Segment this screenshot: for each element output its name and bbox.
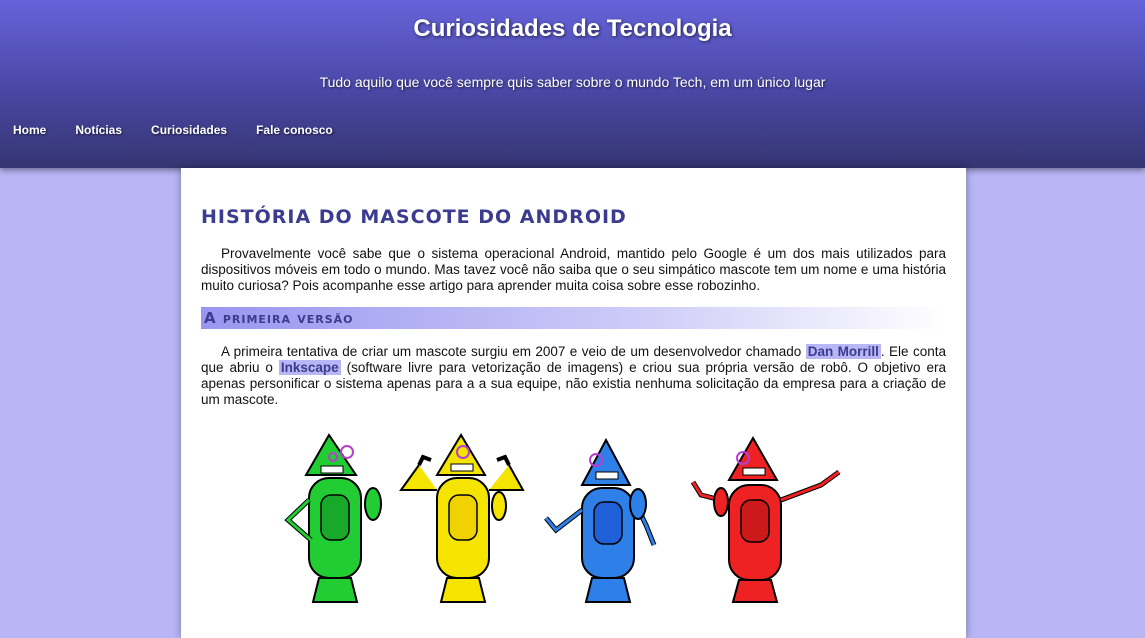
robot-mascots-image [284,433,841,603]
highlight-dan-morrill: Dan Morrill [805,344,881,359]
section-heading-bar: A primeira versão [201,307,946,329]
main-nav: Home Notícias Curiosidades Fale conosco [13,123,362,137]
intro-paragraph: Provavelmente você sabe que o sistema op… [201,246,946,293]
nav-item-noticias[interactable]: Notícias [75,123,122,137]
section-paragraph: A primeira tentativa de criar um mascote… [201,344,946,408]
site-header: Curiosidades de Tecnologia Tudo aquilo q… [0,0,1145,168]
article-title: História do mascote do Android [201,206,627,228]
nav-item-home[interactable]: Home [13,123,46,137]
paragraph-text-1: A primeira tentativa de criar um mascote… [221,344,806,359]
article-container: História do mascote do Android Provavelm… [181,168,966,638]
nav-item-fale-conosco[interactable]: Fale conosco [256,123,333,137]
site-title: Curiosidades de Tecnologia [413,15,732,42]
green-robot [284,433,382,603]
site-subtitle: Tudo aquilo que você sempre quis saber s… [319,74,826,90]
yellow-robot [399,433,525,603]
section-title: A primeira versão [204,309,354,327]
red-robot [690,435,841,603]
blue-robot [544,437,657,603]
nav-item-curiosidades[interactable]: Curiosidades [151,123,227,137]
highlight-inkscape: Inkscape [278,360,341,375]
